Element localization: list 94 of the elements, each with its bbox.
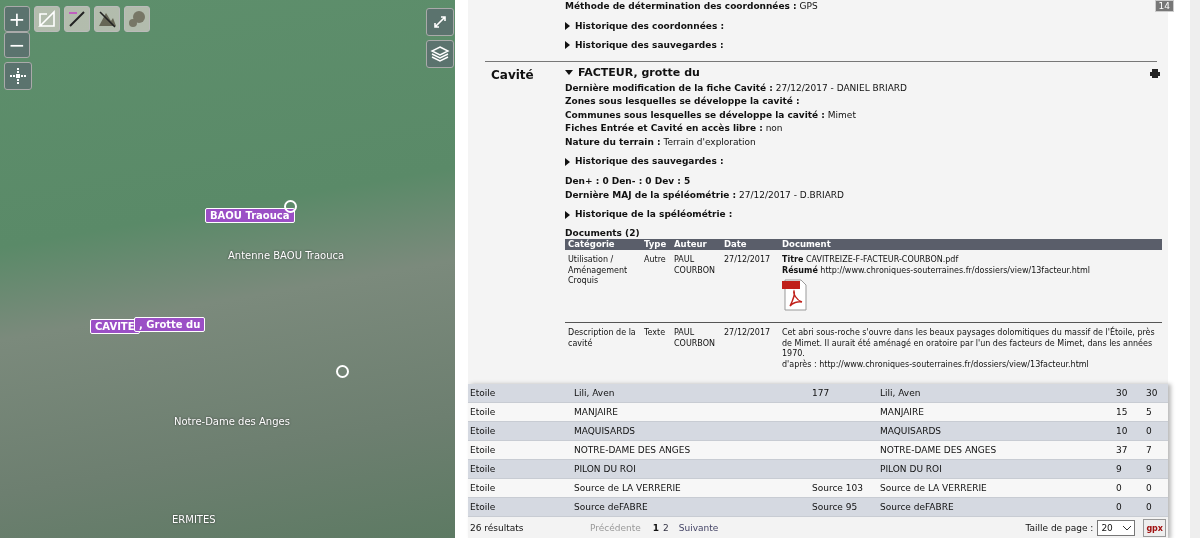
layers-icon[interactable] bbox=[426, 40, 454, 68]
table-cell-text: Etoile bbox=[469, 445, 497, 455]
table-cell-text: Source deFABRE bbox=[879, 502, 955, 512]
next-page-link[interactable]: Suivante bbox=[678, 523, 719, 533]
table-cell-text: 27/12/2017 bbox=[723, 328, 772, 339]
column-header: Type bbox=[643, 239, 668, 250]
table-cell-text: 30 bbox=[1145, 388, 1159, 398]
gpx-export-button[interactable]: gpx bbox=[1143, 519, 1166, 537]
table-cell-text: Utilisation / Aménagement Croquis bbox=[567, 255, 629, 287]
table-cell-text: 15 bbox=[1115, 407, 1129, 417]
field-text: Dernière modification de la fiche Cavité : 27/12/2017 - DANIEL BRIARD bbox=[565, 81, 908, 95]
table-cell-text: 5 bbox=[1145, 407, 1153, 417]
table-cell-text: Lili, Aven bbox=[879, 388, 922, 398]
field-text: Zones sous lesquelles se développe la cavité : bbox=[565, 95, 801, 108]
table-cell-text: NOTRE-DAME DES ANGES bbox=[879, 445, 998, 455]
table-cell-text: Etoile bbox=[469, 502, 497, 512]
document-text: Cet abri sous-roche s'ouvre dans les beaux paysages dolomitiques du massif de l'Étoile, près de Mimet. Il aurait été aménagé en oratoire par l'un des facteurs de Mimet, dans les années 1970. bbox=[782, 328, 1156, 359]
table-cell-text: 9 bbox=[1115, 464, 1123, 474]
table-cell-text: Source de LA VERRERIE bbox=[879, 483, 988, 493]
table-cell-text: 27/12/2017 bbox=[723, 255, 772, 266]
field-text: Fiches Entrée et Cavité en accès libre : non bbox=[565, 122, 784, 135]
field-text: Dernière MAJ de la spéléométrie : 27/12/2017 - D.BRIARD bbox=[565, 188, 845, 202]
expander-toggle[interactable]: Historique des coordonnées : bbox=[565, 20, 724, 32]
table-cell-text: PAUL COURBON bbox=[673, 255, 716, 277]
table-cell-text: Etoile bbox=[469, 388, 497, 398]
document-text: Résumé http://www.chroniques-souterraines.fr/dossiers/view/13facteur.html bbox=[782, 265, 1090, 276]
crosshair-icon[interactable] bbox=[4, 62, 32, 90]
table-cell-text: 7 bbox=[1145, 445, 1153, 455]
table-cell-text: 10 bbox=[1115, 426, 1129, 436]
circle-marker-icon[interactable] bbox=[336, 365, 349, 378]
column-header: Auteur bbox=[673, 239, 708, 250]
table-cell-text: MAQUISARDS bbox=[573, 426, 637, 436]
result-count: 26 résultats bbox=[470, 523, 525, 533]
column-header: Document bbox=[781, 239, 832, 250]
map-place-label: Notre-Dame des Anges bbox=[174, 416, 290, 427]
pdf-file-icon[interactable] bbox=[782, 278, 808, 312]
table-cell-text: PAUL COURBON bbox=[673, 328, 716, 350]
section-title-toggle[interactable]: FACTEUR, grotte du bbox=[565, 65, 700, 79]
table-cell-text: 9 bbox=[1145, 464, 1153, 474]
table-cell-text: 0 bbox=[1145, 502, 1153, 512]
table-cell-text: Autre bbox=[643, 255, 667, 266]
zoom-in-button[interactable]: + bbox=[4, 6, 30, 32]
table-cell-text: MANJAIRE bbox=[879, 407, 925, 417]
table-cell-text: 0 bbox=[1145, 483, 1153, 493]
field-text: Den+ : 0 Den- : 0 Dev : 5 bbox=[565, 175, 692, 188]
document-text: d'après : http://www.chroniques-souterraines.fr/dossiers/view/13facteur.html bbox=[782, 359, 1089, 370]
column-header: Catégorie bbox=[567, 239, 616, 250]
table-cell-text: MANJAIRE bbox=[573, 407, 619, 417]
column-header: Date bbox=[723, 239, 748, 250]
documents-heading: Documents (2) bbox=[565, 228, 641, 239]
line-tool-icon[interactable] bbox=[64, 6, 90, 32]
table-cell-text: Etoile bbox=[469, 483, 497, 493]
page-link[interactable]: 2 bbox=[663, 523, 669, 533]
table-cell-text: 30 bbox=[1115, 388, 1129, 398]
caret-icon bbox=[1123, 525, 1132, 531]
table-cell-text: PILON DU ROI bbox=[573, 464, 637, 474]
table-cell-text: 37 bbox=[1115, 445, 1129, 455]
page-size-label: Taille de page : bbox=[1025, 523, 1094, 533]
document-text: Titre CAVITREIZE-F-FACTEUR-COURBON.pdf bbox=[782, 255, 959, 265]
table-cell-text: Texte bbox=[643, 328, 667, 339]
table-cell-text: Source de LA VERRERIE bbox=[573, 483, 682, 493]
table-cell-text: 177 bbox=[811, 388, 831, 398]
table-cell-text: Etoile bbox=[469, 407, 497, 417]
table-cell-text: 0 bbox=[1145, 426, 1153, 436]
section-heading: Cavité bbox=[491, 67, 534, 82]
table-cell-text: 0 bbox=[1115, 483, 1123, 493]
map-place-label: ERMITES bbox=[172, 514, 216, 525]
table-cell-text: Description de la cavité bbox=[567, 328, 637, 350]
table-cell-text: NOTRE-DAME DES ANGES bbox=[573, 445, 692, 455]
print-icon[interactable] bbox=[1150, 69, 1160, 78]
page-link[interactable]: 1 bbox=[652, 523, 660, 533]
table-cell-text: Source 95 bbox=[811, 502, 859, 512]
table-cell-text: Lili, Aven bbox=[573, 388, 616, 398]
table-cell-text: MAQUISARDS bbox=[879, 426, 943, 436]
mountain-icon[interactable] bbox=[94, 6, 120, 32]
page-size-select[interactable]: 20 bbox=[1097, 520, 1136, 536]
map-marker-label[interactable]: , Grotte du bbox=[134, 317, 206, 332]
field-text: Communes sous lesquelles se développe la cavité : Mimet bbox=[565, 108, 857, 122]
circle-marker-icon[interactable] bbox=[284, 200, 297, 213]
field-text: Nature du terrain : Terrain d'exploration bbox=[565, 135, 757, 149]
expander-toggle[interactable]: Historique des sauvegardes : bbox=[565, 39, 724, 51]
map-place-label: Antenne BAOU Traouca bbox=[228, 250, 345, 261]
table-cell-text: PILON DU ROI bbox=[879, 464, 943, 474]
table-cell-text: Etoile bbox=[469, 426, 497, 436]
table-cell-text: Etoile bbox=[469, 464, 497, 474]
table-cell-text: 0 bbox=[1115, 502, 1123, 512]
expander-toggle[interactable]: Historique de la spéléométrie : bbox=[565, 209, 733, 220]
table-cell-text: Source deFABRE bbox=[573, 502, 649, 512]
fullscreen-icon[interactable] bbox=[426, 8, 454, 36]
map-marker-label[interactable]: BAOU Traouca bbox=[205, 208, 295, 223]
counter-badge[interactable]: 14 bbox=[1154, 0, 1174, 12]
table-cell-text: Source 103 bbox=[811, 483, 864, 493]
zoom-out-button[interactable]: − bbox=[4, 32, 30, 58]
expander-toggle[interactable]: Historique des sauvegardes : bbox=[565, 156, 724, 167]
